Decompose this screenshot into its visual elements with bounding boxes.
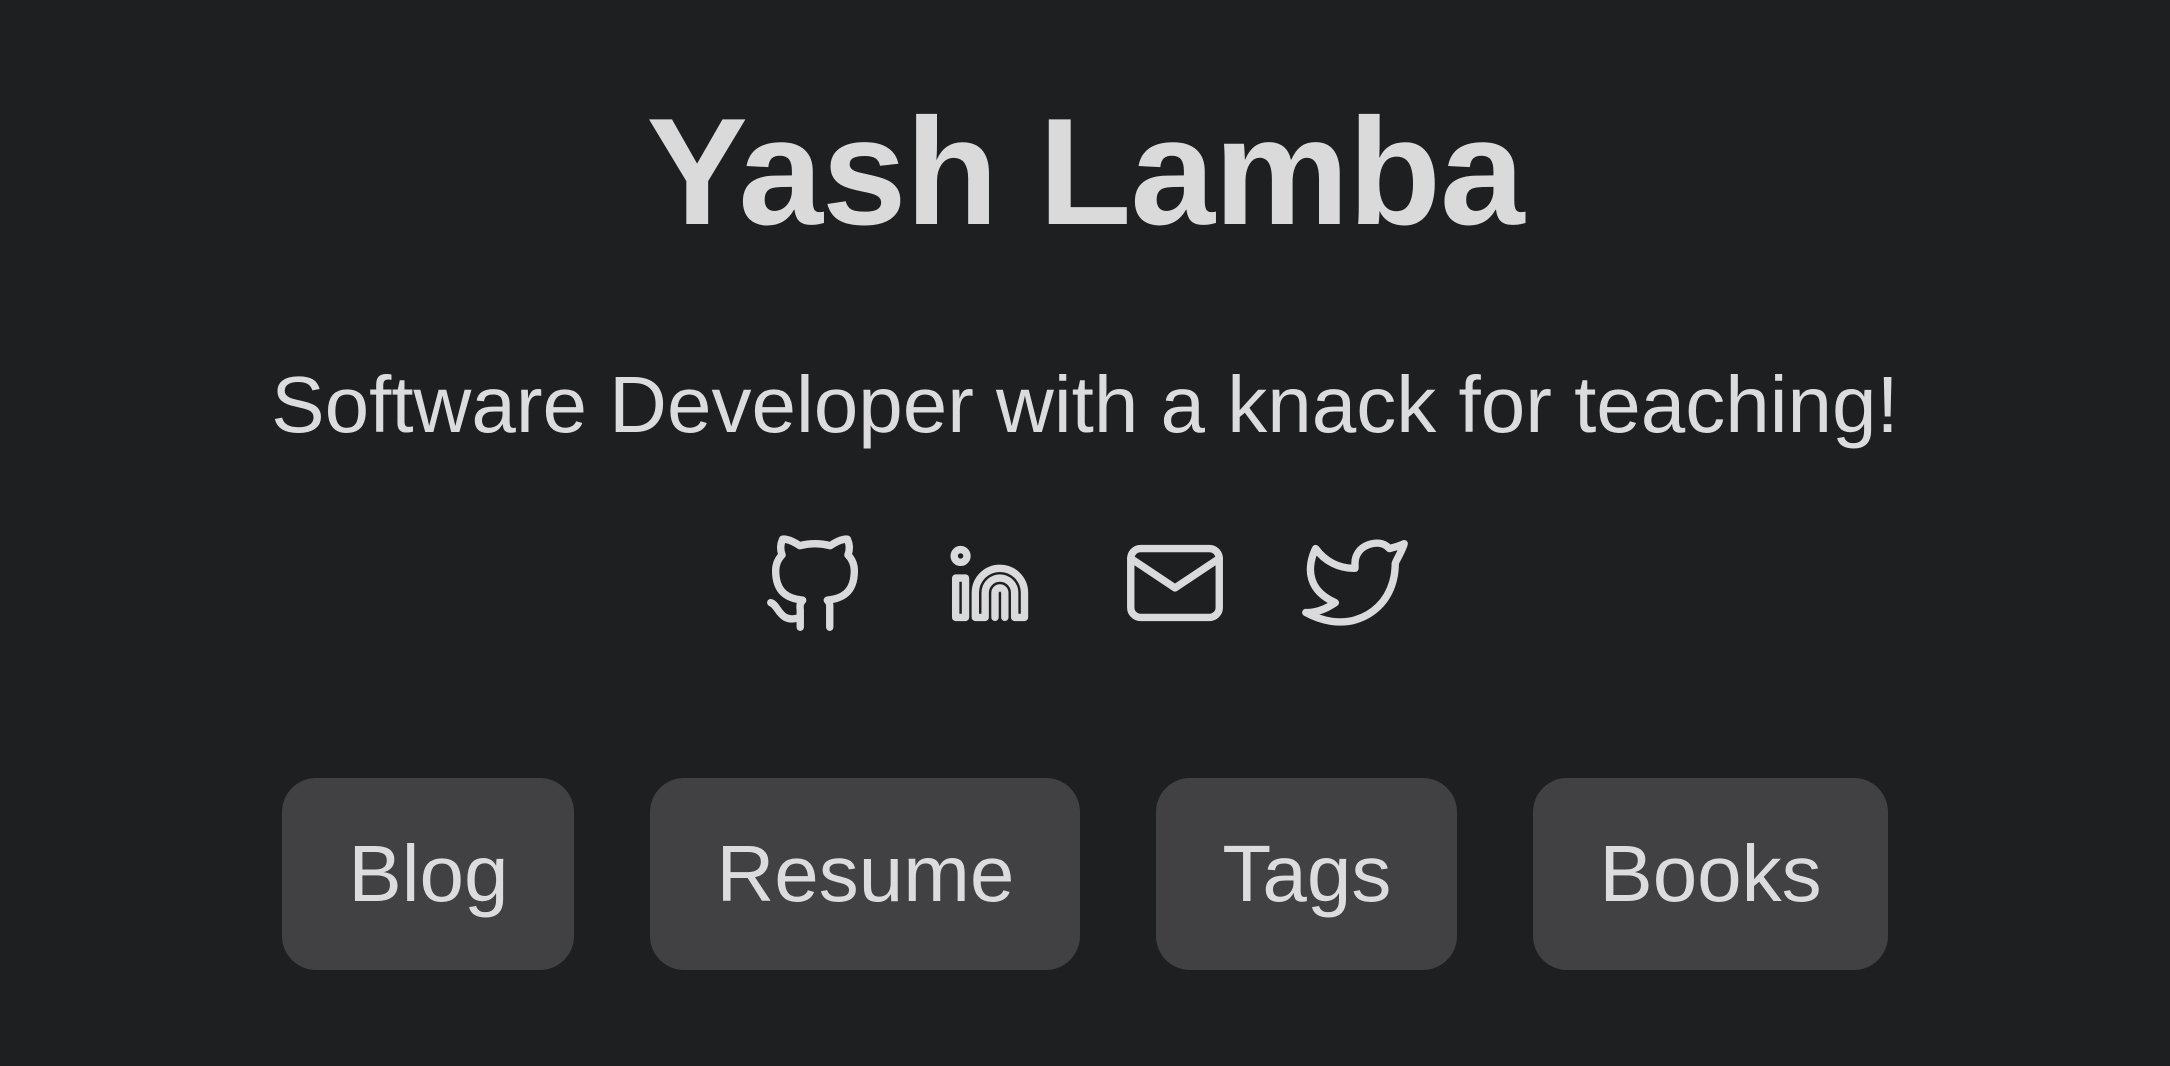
tags-button[interactable]: Tags [1156, 778, 1458, 970]
blog-button[interactable]: Blog [282, 778, 575, 970]
email-link[interactable] [1116, 524, 1234, 642]
github-link[interactable] [756, 524, 874, 642]
home-page: Yash Lamba Software Developer with a kna… [0, 0, 2170, 1066]
page-title: Yash Lamba [646, 87, 1524, 257]
resume-button[interactable]: Resume [650, 778, 1081, 970]
linkedin-icon [950, 545, 1029, 622]
mail-icon [1127, 544, 1223, 622]
twitter-icon [1302, 539, 1408, 626]
twitter-link[interactable] [1296, 524, 1414, 642]
books-button[interactable]: Books [1533, 778, 1888, 970]
linkedin-link[interactable] [936, 524, 1054, 642]
social-links [0, 518, 2170, 648]
tagline: Software Developer with a knack for teac… [271, 360, 1899, 449]
main-nav: Blog Resume Tags Books [0, 778, 2170, 970]
github-icon [767, 535, 859, 631]
